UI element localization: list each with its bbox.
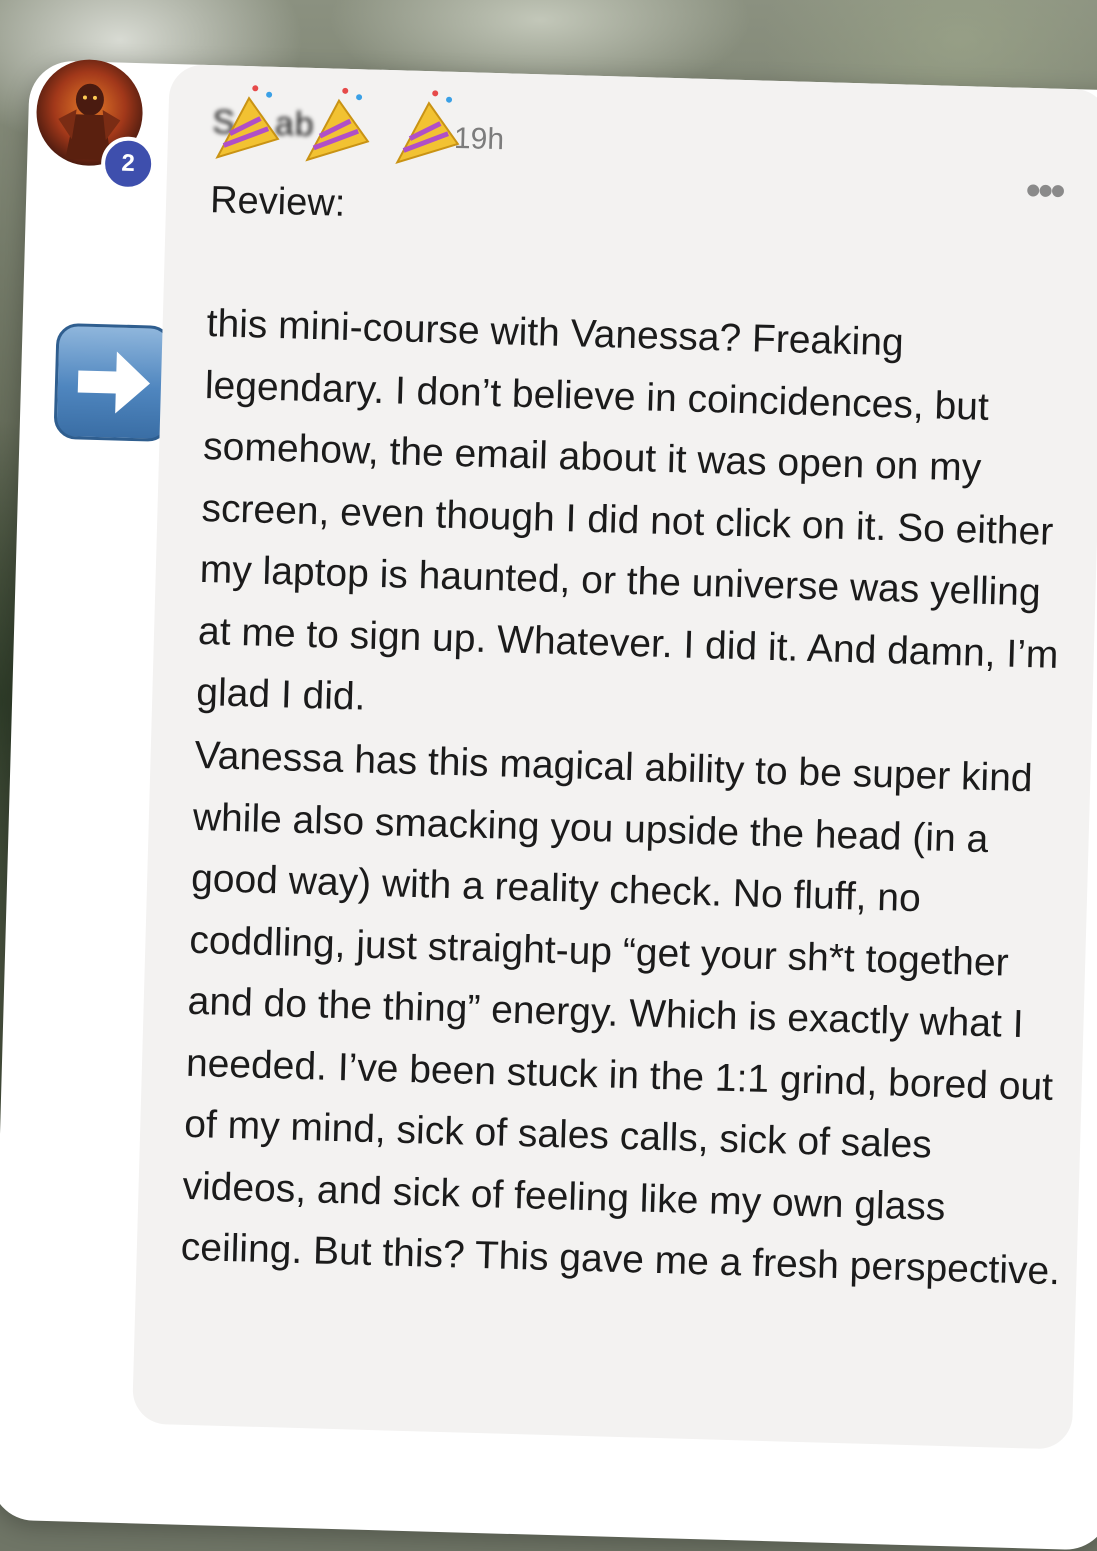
comment-card: 2 S s ab [0, 58, 1097, 1551]
right-arrow-icon [53, 322, 173, 443]
party-popper-emojis [215, 85, 460, 164]
party-popper-icon [305, 87, 370, 162]
review-paragraph-1: this mini-course with Vanessa? Freaking … [195, 302, 1059, 719]
review-label: Review: [209, 179, 346, 225]
comment-bubble: S s ab 19h ••• Review: [131, 63, 1097, 1450]
more-options-icon[interactable]: ••• [1025, 166, 1064, 217]
timestamp[interactable]: 19h [453, 122, 505, 157]
notification-badge: 2 [100, 136, 156, 192]
review-paragraph-2: Vanessa has this magical ability to be s… [180, 733, 1061, 1294]
party-popper-icon [395, 90, 460, 164]
party-popper-icon [215, 85, 280, 159]
